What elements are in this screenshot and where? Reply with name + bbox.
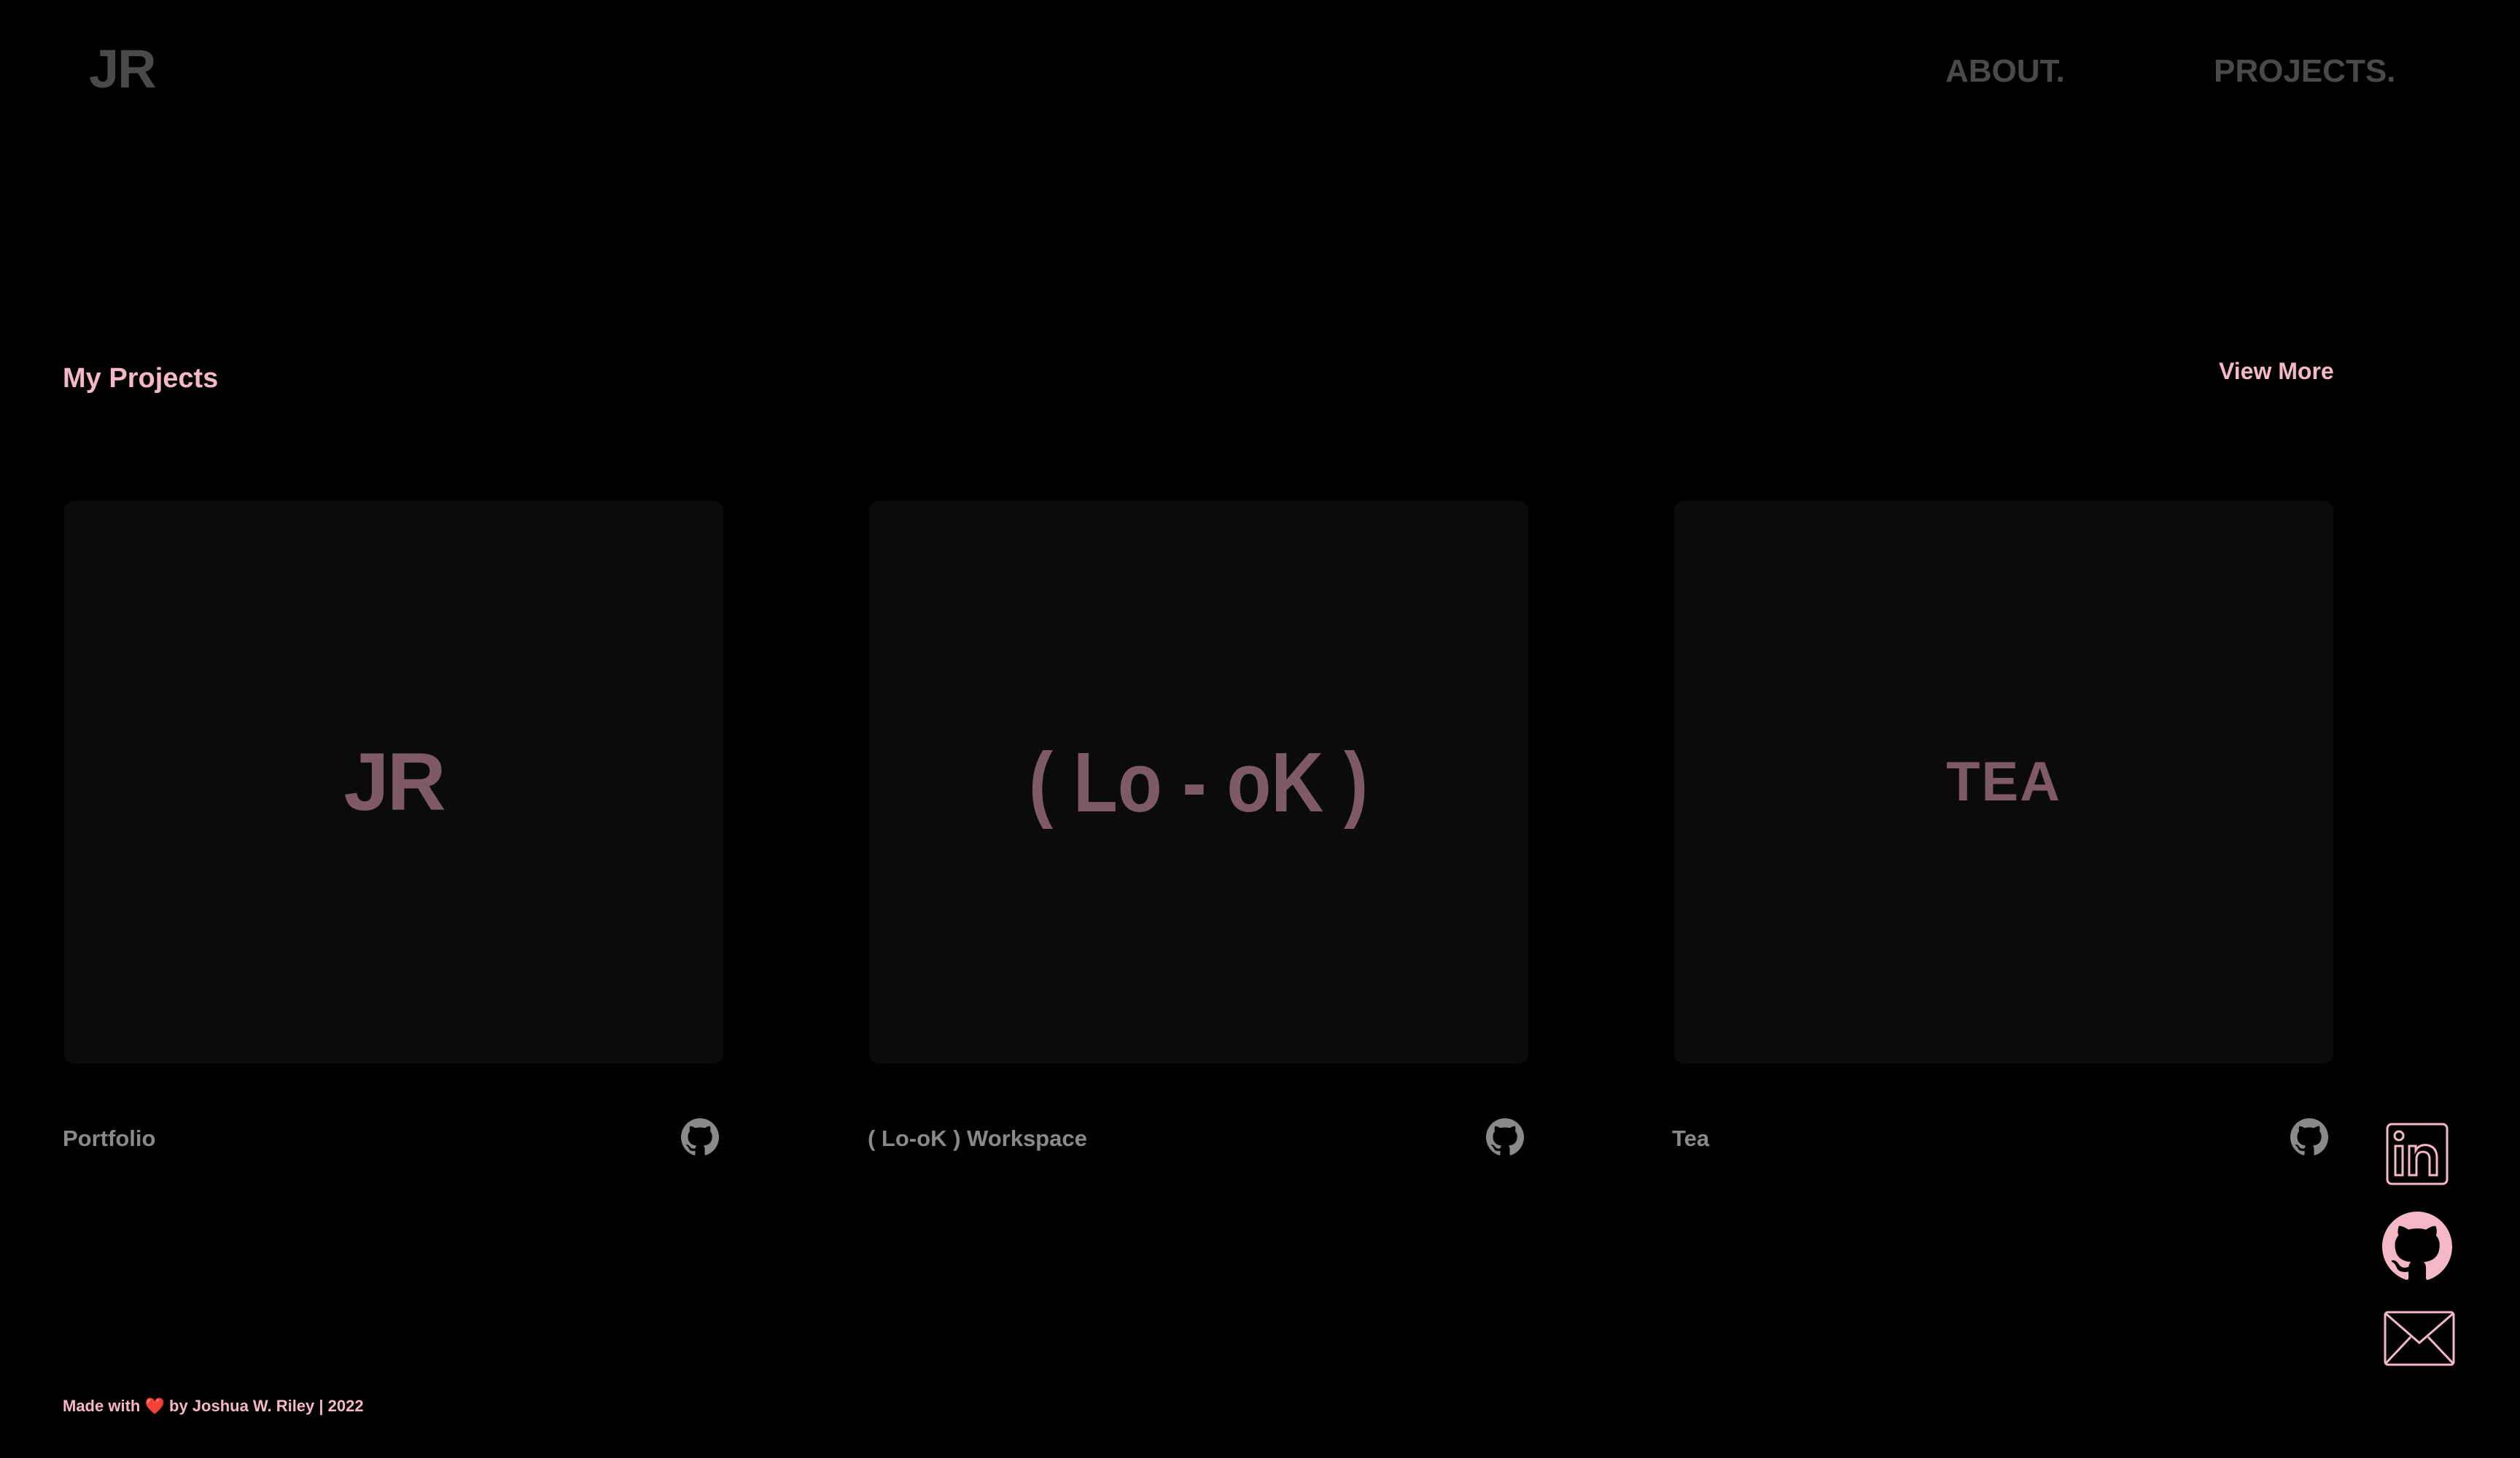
project-caption-look-workspace: ( Lo-oK ) Workspace [868, 1126, 1087, 1151]
github-icon[interactable] [2290, 1118, 2328, 1156]
github-icon[interactable] [2382, 1212, 2452, 1282]
site-logo[interactable]: JR [89, 42, 157, 96]
github-icon[interactable] [1486, 1118, 1524, 1156]
footer-made-with: Made with [63, 1397, 141, 1415]
project-card-art: JR [343, 736, 446, 827]
project-card-tea[interactable]: TEA [1674, 501, 2333, 1064]
project-card-look-workspace[interactable]: ( Lo - oK ) [869, 501, 1528, 1064]
page: JR ABOUT. PROJECTS. My Projects View Mor… [0, 0, 2520, 1458]
footer-credit: by Joshua W. Riley | 2022 [169, 1397, 364, 1415]
project-caption-portfolio: Portfolio [63, 1126, 156, 1151]
project-card-portfolio[interactable]: JR [64, 501, 723, 1064]
project-card-art: TEA [1946, 751, 2061, 813]
footer: Made with ❤️ by Joshua W. Riley | 2022 [63, 1398, 364, 1414]
section-title: My Projects [63, 363, 219, 394]
github-icon[interactable] [681, 1118, 719, 1156]
project-caption-tea: Tea [1672, 1126, 1710, 1151]
view-more-link[interactable]: View More [2219, 359, 2334, 383]
nav-projects-link[interactable]: PROJECTS. [2214, 55, 2395, 87]
mail-icon[interactable] [2383, 1309, 2456, 1368]
project-card-art: ( Lo - oK ) [1029, 735, 1369, 830]
heart-icon: ❤️ [144, 1397, 165, 1415]
nav-about-link[interactable]: ABOUT. [1945, 55, 2065, 87]
linkedin-icon[interactable] [2384, 1121, 2450, 1187]
